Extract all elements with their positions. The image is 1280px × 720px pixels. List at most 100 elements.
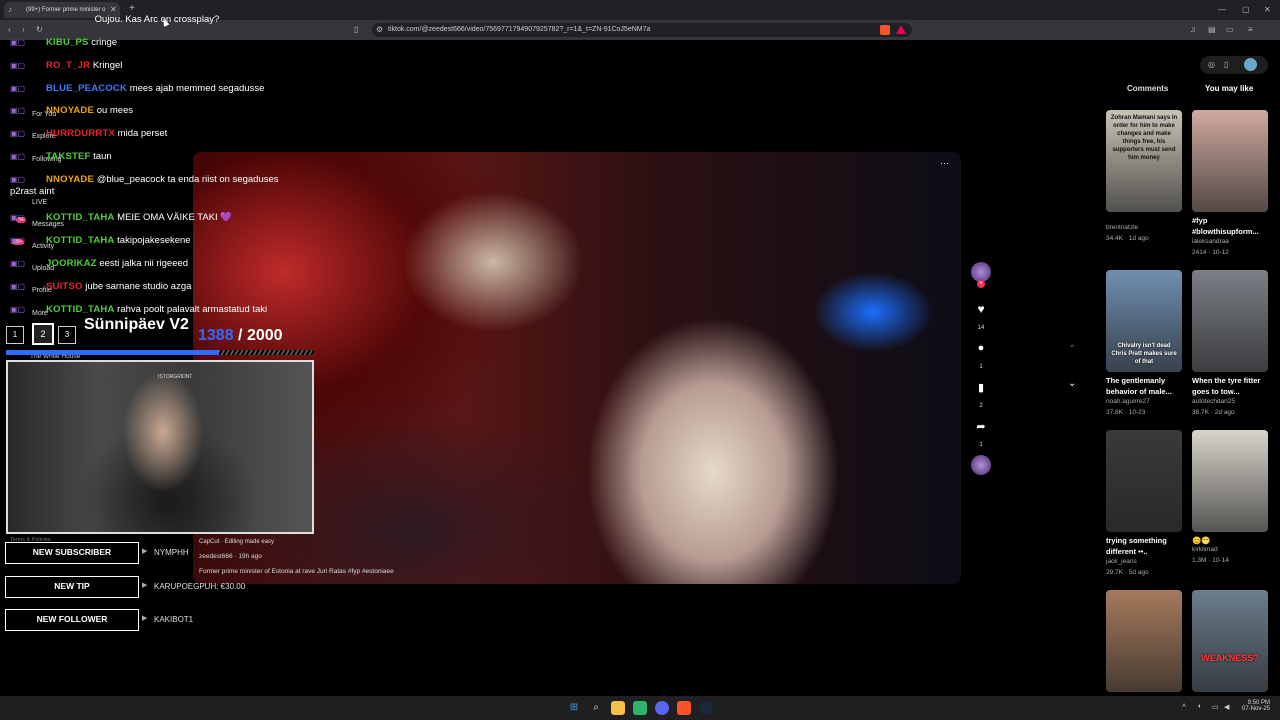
video-thumbnail[interactable] [1192, 270, 1268, 372]
chat-badge-icon: ▣▢ [10, 129, 26, 138]
chat-badge-icon: ▣▢ [10, 38, 26, 47]
next-video-icon[interactable]: ⌄ [1068, 378, 1076, 389]
video-card-author[interactable]: brentnatzle [1106, 224, 1182, 231]
video-card-title[interactable]: 😊😁 [1192, 535, 1268, 546]
file-explorer-icon[interactable] [611, 701, 625, 715]
chat-text: Kringel [92, 60, 123, 71]
like-icon[interactable]: ♥ [971, 302, 991, 316]
brave-shields-icon[interactable] [880, 25, 890, 35]
video-card-likes: 37.8K [1106, 409, 1123, 416]
chat-text: rahva poolt palavalt armastatud taki [117, 304, 268, 315]
tab-you-may-like[interactable]: You may like [1205, 84, 1253, 93]
tray-chevron-icon[interactable]: ˄ [1182, 703, 1186, 710]
chat-badge-icon: ▣▢ [10, 305, 26, 314]
nav-live[interactable]: LIVE [32, 199, 47, 206]
video-card-title[interactable]: The gentlemanly behavior of male... [1106, 375, 1182, 397]
chat-message: ▣▢ BLUE_PEACOCK mees ajab memmed segaduss… [10, 82, 264, 96]
volume-icon[interactable]: ◀ [1224, 703, 1229, 711]
goal-step-2: 2 [32, 323, 54, 345]
forward-icon[interactable]: › [22, 24, 25, 36]
brave-rewards-icon[interactable] [896, 25, 906, 34]
video-card-author[interactable]: jack_jeans [1106, 558, 1182, 565]
video-card-author[interactable]: ialeksandraa [1192, 238, 1268, 245]
comment-count: 1 [979, 364, 983, 370]
alert-arrow-icon: ▶ [142, 615, 148, 622]
goal-progress-track [6, 350, 314, 355]
brave-browser-icon[interactable] [677, 701, 691, 715]
video-thumbnail[interactable] [1106, 430, 1182, 532]
video-author-line[interactable]: zeedest666 · 19h ago [199, 553, 262, 560]
chat-message: ▣▢ NNOYADE @blue_peacock ta enda riist on… [10, 173, 279, 187]
like-count: 14 [977, 325, 985, 331]
tray-icon[interactable]: ◐ [1198, 703, 1202, 710]
goal-title: Sünnipäev V2 [84, 316, 189, 333]
chat-text: MEIE OMA VÄIKE TAKI 💜 [117, 212, 233, 223]
more-options-icon[interactable]: ··· [940, 158, 949, 168]
alert-new-tip: NEW TIP [5, 576, 139, 598]
chat-message: ▣▢ KOTTID_TAHA MEIE OMA VÄIKE TAKI 💜 [10, 211, 232, 225]
chat-message: ▣▢ KOTTID_TAHA takipojakesekene [10, 234, 191, 248]
start-icon[interactable]: ⊞ [567, 701, 581, 715]
video-card-author[interactable]: noah.aguirre27 [1106, 398, 1182, 405]
video-thumbnail[interactable] [1106, 590, 1182, 692]
wallet-icon[interactable]: ▭ [1226, 24, 1234, 36]
video-card-age: 10-23 [1128, 409, 1146, 416]
video-card-author[interactable]: kirklimad [1192, 546, 1268, 553]
coin-icon[interactable]: ◎ [1208, 60, 1215, 69]
device-icon[interactable]: ▯ [1224, 60, 1228, 69]
sidebar-icon[interactable]: ▤ [1208, 24, 1216, 36]
chat-text: ou mees [96, 105, 134, 116]
share-icon[interactable]: ➦ [971, 420, 991, 433]
video-thumbnail[interactable]: Chivalry isn't dead Chris Pratt makes su… [1106, 270, 1182, 372]
video-card-stats: 34.4K · 1d ago [1106, 235, 1149, 242]
steam-icon[interactable] [699, 701, 713, 715]
chat-text: @blue_peacock ta enda riist on segaduses [96, 174, 279, 185]
video-thumbnail[interactable] [1192, 430, 1268, 532]
chat-badge-icon: ▣▢ [10, 106, 26, 115]
webcam-feed: ISTORGRIDNT [6, 360, 314, 534]
video-card-title[interactable]: When the tyre fitter goes to tow... [1192, 375, 1268, 397]
share-count: 1 [979, 442, 983, 448]
chat-text: mees ajab memmed segadusse [129, 83, 265, 94]
reload-icon[interactable]: ↻ [36, 24, 43, 36]
chat-text: eesti jalka nii rigeeed [99, 258, 189, 269]
chat-message: ▣▢ KIBU_PS cringe [10, 36, 117, 50]
video-thumbnail[interactable]: WEAKNESS? [1192, 590, 1268, 692]
minimize-icon[interactable]: — [1218, 4, 1226, 16]
tab-comments[interactable]: Comments [1127, 84, 1168, 93]
extensions-icon[interactable]: ♫ [1190, 24, 1196, 36]
chat-badge-icon: ▣▢ [10, 84, 26, 93]
video-card-stats: 38.7K · 2d ago [1192, 409, 1235, 416]
follow-plus-icon[interactable]: + [977, 280, 985, 288]
menu-icon[interactable]: ≡ [1248, 24, 1253, 36]
network-icon[interactable]: ▭ [1212, 703, 1219, 711]
discord-icon[interactable] [655, 701, 669, 715]
user-avatar[interactable] [1244, 58, 1257, 71]
alert-arrow-icon: ▶ [142, 548, 148, 555]
search-icon[interactable]: ⌕ [589, 701, 603, 715]
previous-video-icon[interactable]: ⌃ [1068, 344, 1076, 355]
chat-username: BLUE_PEACOCK [46, 83, 128, 94]
sound-disc-icon[interactable] [971, 455, 991, 475]
bookmark-icon[interactable]: ▯ [354, 24, 358, 36]
thumbnail-caption: Zohran Mamani says in order for him to m… [1110, 115, 1178, 161]
capcut-label[interactable]: CapCut · Editing made easy [199, 539, 274, 545]
app-icon[interactable] [633, 701, 647, 715]
comment-icon[interactable]: ● [971, 342, 991, 354]
clock[interactable]: 9:50 PM 07-Nov-25 [1240, 700, 1270, 712]
site-info-icon[interactable]: ⚙ [376, 24, 383, 36]
video-card-stats: 37.8K · 10-23 [1106, 409, 1146, 416]
back-icon[interactable]: ‹ [8, 24, 11, 36]
video-thumbnail[interactable] [1192, 110, 1268, 212]
video-thumbnail[interactable]: Zohran Mamani says in order for him to m… [1106, 110, 1182, 212]
video-card-title[interactable]: trying something different ••.. [1106, 535, 1182, 557]
bookmark-save-icon[interactable]: ▮ [971, 381, 991, 394]
video-card-title[interactable]: #fyp #blowthisupform... [1192, 215, 1268, 237]
video-card-author[interactable]: autotechdan25 [1192, 398, 1268, 405]
maximize-icon[interactable]: ▢ [1242, 4, 1250, 16]
chat-message: ▣▢ NNOYADE ou mees [10, 104, 133, 118]
creator-avatar[interactable] [971, 262, 991, 282]
chat-message: ▣▢ KOTTID_TAHA rahva poolt palavalt armas… [10, 303, 267, 317]
address-bar[interactable]: tiktok.com/@zeedest666/video/75697717949… [372, 23, 912, 37]
close-window-icon[interactable]: ✕ [1264, 4, 1271, 16]
